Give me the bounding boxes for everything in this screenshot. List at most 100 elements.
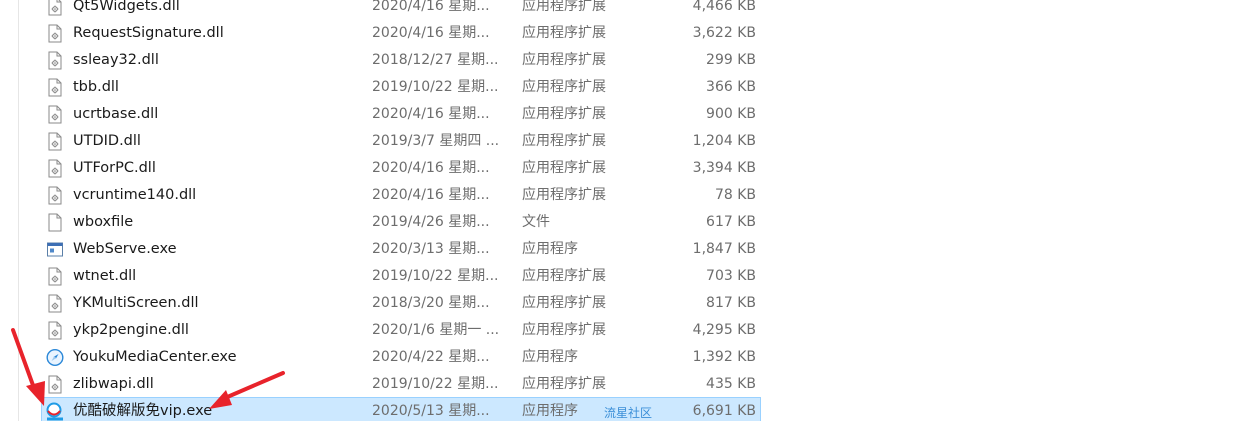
file-row[interactable]: YKMultiScreen.dll 2018/3/20 星期... 应用程序扩展 81… — [42, 290, 760, 317]
navigation-pane-edge — [0, 0, 19, 421]
file-type: 应用程序扩展 — [522, 133, 606, 149]
dll-file-icon — [46, 321, 64, 340]
file-date-modified: 2018/3/20 星期... — [372, 295, 490, 311]
file-size: 3,622 KB — [692, 25, 756, 41]
file-date-modified: 2020/3/13 星期... — [372, 241, 490, 257]
file-date-modified: 2018/12/27 星期... — [372, 52, 499, 68]
file-type: 文件 — [522, 214, 550, 230]
file-size: 1,392 KB — [692, 349, 756, 365]
file-type: 应用程序扩展 — [522, 25, 606, 41]
file-size: 4,295 KB — [692, 322, 756, 338]
file-name: zlibwapi.dll — [73, 376, 154, 392]
file-date-modified: 2020/4/16 星期... — [372, 106, 490, 122]
exe-window-icon — [46, 240, 64, 259]
file-date-modified: 2020/4/16 星期... — [372, 25, 490, 41]
file-size: 6,691 KB — [692, 403, 756, 419]
file-size: 78 KB — [714, 187, 756, 203]
file-name: ucrtbase.dll — [73, 106, 159, 122]
file-row[interactable]: ucrtbase.dll 2020/4/16 星期... 应用程序扩展 900 KB — [42, 101, 760, 128]
file-date-modified: 2019/10/22 星期... — [372, 79, 499, 95]
dll-file-icon — [46, 105, 64, 124]
file-name: UTDID.dll — [73, 133, 141, 149]
file-explorer-view: Qt5Widgets.dll 2020/4/16 星期... 应用程序扩展 4,466… — [0, 0, 1258, 421]
dll-file-icon — [46, 132, 64, 151]
file-type: 应用程序扩展 — [522, 295, 606, 311]
file-row[interactable]: RequestSignature.dll 2020/4/16 星期... 应用程序扩… — [42, 20, 760, 47]
file-name: ykp2pengine.dll — [73, 322, 189, 338]
file-name: wboxfile — [73, 214, 134, 230]
file-size: 4,466 KB — [692, 0, 756, 14]
file-row[interactable]: UTDID.dll 2019/3/7 星期四 ... 应用程序扩展 1,204 KB — [42, 128, 760, 155]
file-type: 应用程序扩展 — [522, 0, 606, 14]
file-date-modified: 2019/3/7 星期四 ... — [372, 133, 500, 149]
file-type: 应用程序扩展 — [522, 52, 606, 68]
file-row[interactable]: YoukuMediaCenter.exe 2020/4/22 星期... 应用程序 1… — [42, 344, 760, 371]
file-row[interactable]: vcruntime140.dll 2020/4/16 星期... 应用程序扩展 78 … — [42, 182, 760, 209]
file-size: 703 KB — [706, 268, 756, 284]
dll-file-icon — [46, 159, 64, 178]
dll-file-icon — [46, 267, 64, 286]
file-type: 应用程序扩展 — [522, 106, 606, 122]
file-name: wtnet.dll — [73, 268, 137, 284]
file-list: Qt5Widgets.dll 2020/4/16 星期... 应用程序扩展 4,466… — [41, 0, 761, 421]
file-name: RequestSignature.dll — [73, 25, 224, 41]
file-type: 应用程序扩展 — [522, 79, 606, 95]
file-row[interactable]: ykp2pengine.dll 2020/1/6 星期一 ... 应用程序扩展 4,2… — [42, 317, 760, 344]
dll-file-icon — [46, 78, 64, 97]
compass-icon — [46, 348, 64, 367]
file-date-modified: 2020/4/22 星期... — [372, 349, 490, 365]
dll-file-icon — [46, 375, 64, 394]
file-row[interactable]: wtnet.dll 2019/10/22 星期... 应用程序扩展 703 KB — [42, 263, 760, 290]
file-name: UTForPC.dll — [73, 160, 156, 176]
file-type: 应用程序扩展 — [522, 268, 606, 284]
file-row[interactable]: wboxfile 2019/4/26 星期... 文件 617 KB — [42, 209, 760, 236]
dll-file-icon — [46, 24, 64, 43]
file-size: 299 KB — [706, 52, 756, 68]
file-date-modified: 2019/10/22 星期... — [372, 376, 499, 392]
file-size: 3,394 KB — [692, 160, 756, 176]
file-name: tbb.dll — [73, 79, 119, 95]
file-type: 应用程序扩展 — [522, 160, 606, 176]
file-row[interactable]: Qt5Widgets.dll 2020/4/16 星期... 应用程序扩展 4,466… — [42, 0, 760, 20]
file-row[interactable]: tbb.dll 2019/10/22 星期... 应用程序扩展 366 KB — [42, 74, 760, 101]
blank-file-icon — [46, 213, 64, 232]
file-name: YKMultiScreen.dll — [73, 295, 199, 311]
file-name: Qt5Widgets.dll — [73, 0, 180, 14]
file-name: WebServe.exe — [73, 241, 177, 257]
file-date-modified: 2019/4/26 星期... — [372, 214, 490, 230]
file-row[interactable]: WebServe.exe 2020/3/13 星期... 应用程序 1,847 KB — [42, 236, 760, 263]
file-size: 1,847 KB — [692, 241, 756, 257]
dll-file-icon — [46, 294, 64, 313]
file-size: 900 KB — [706, 106, 756, 122]
file-size: 617 KB — [706, 214, 756, 230]
dll-file-icon — [46, 51, 64, 70]
file-size: 1,204 KB — [692, 133, 756, 149]
watermark-text: 流星社区 — [604, 406, 653, 420]
file-row[interactable]: ssleay32.dll 2018/12/27 星期... 应用程序扩展 299 KB — [42, 47, 760, 74]
file-name: YoukuMediaCenter.exe — [73, 349, 237, 365]
file-row[interactable]: 优酷破解版免vip.exe 2020/5/13 星期... 应用程序 6,691 KB… — [41, 397, 761, 421]
file-name: ssleay32.dll — [73, 52, 159, 68]
file-date-modified: 2020/4/16 星期... — [372, 0, 490, 14]
dll-file-icon — [46, 0, 64, 16]
youku-app-icon — [46, 402, 64, 421]
file-date-modified: 2020/4/16 星期... — [372, 187, 490, 203]
file-type: 应用程序 — [522, 403, 578, 419]
file-date-modified: 2020/5/13 星期... — [372, 403, 490, 419]
file-size: 817 KB — [706, 295, 756, 311]
file-type: 应用程序 — [522, 241, 578, 257]
file-date-modified: 2019/10/22 星期... — [372, 268, 499, 284]
file-type: 应用程序扩展 — [522, 187, 606, 203]
file-type: 应用程序 — [522, 349, 578, 365]
file-date-modified: 2020/4/16 星期... — [372, 160, 490, 176]
file-size: 435 KB — [706, 376, 756, 392]
dll-file-icon — [46, 186, 64, 205]
file-row[interactable]: zlibwapi.dll 2019/10/22 星期... 应用程序扩展 435 KB — [42, 371, 760, 398]
file-row[interactable]: UTForPC.dll 2020/4/16 星期... 应用程序扩展 3,394 KB — [42, 155, 760, 182]
file-type: 应用程序扩展 — [522, 376, 606, 392]
file-name: vcruntime140.dll — [73, 187, 197, 203]
file-name: 优酷破解版免vip.exe — [73, 403, 213, 419]
file-size: 366 KB — [706, 79, 756, 95]
file-date-modified: 2020/1/6 星期一 ... — [372, 322, 500, 338]
file-type: 应用程序扩展 — [522, 322, 606, 338]
